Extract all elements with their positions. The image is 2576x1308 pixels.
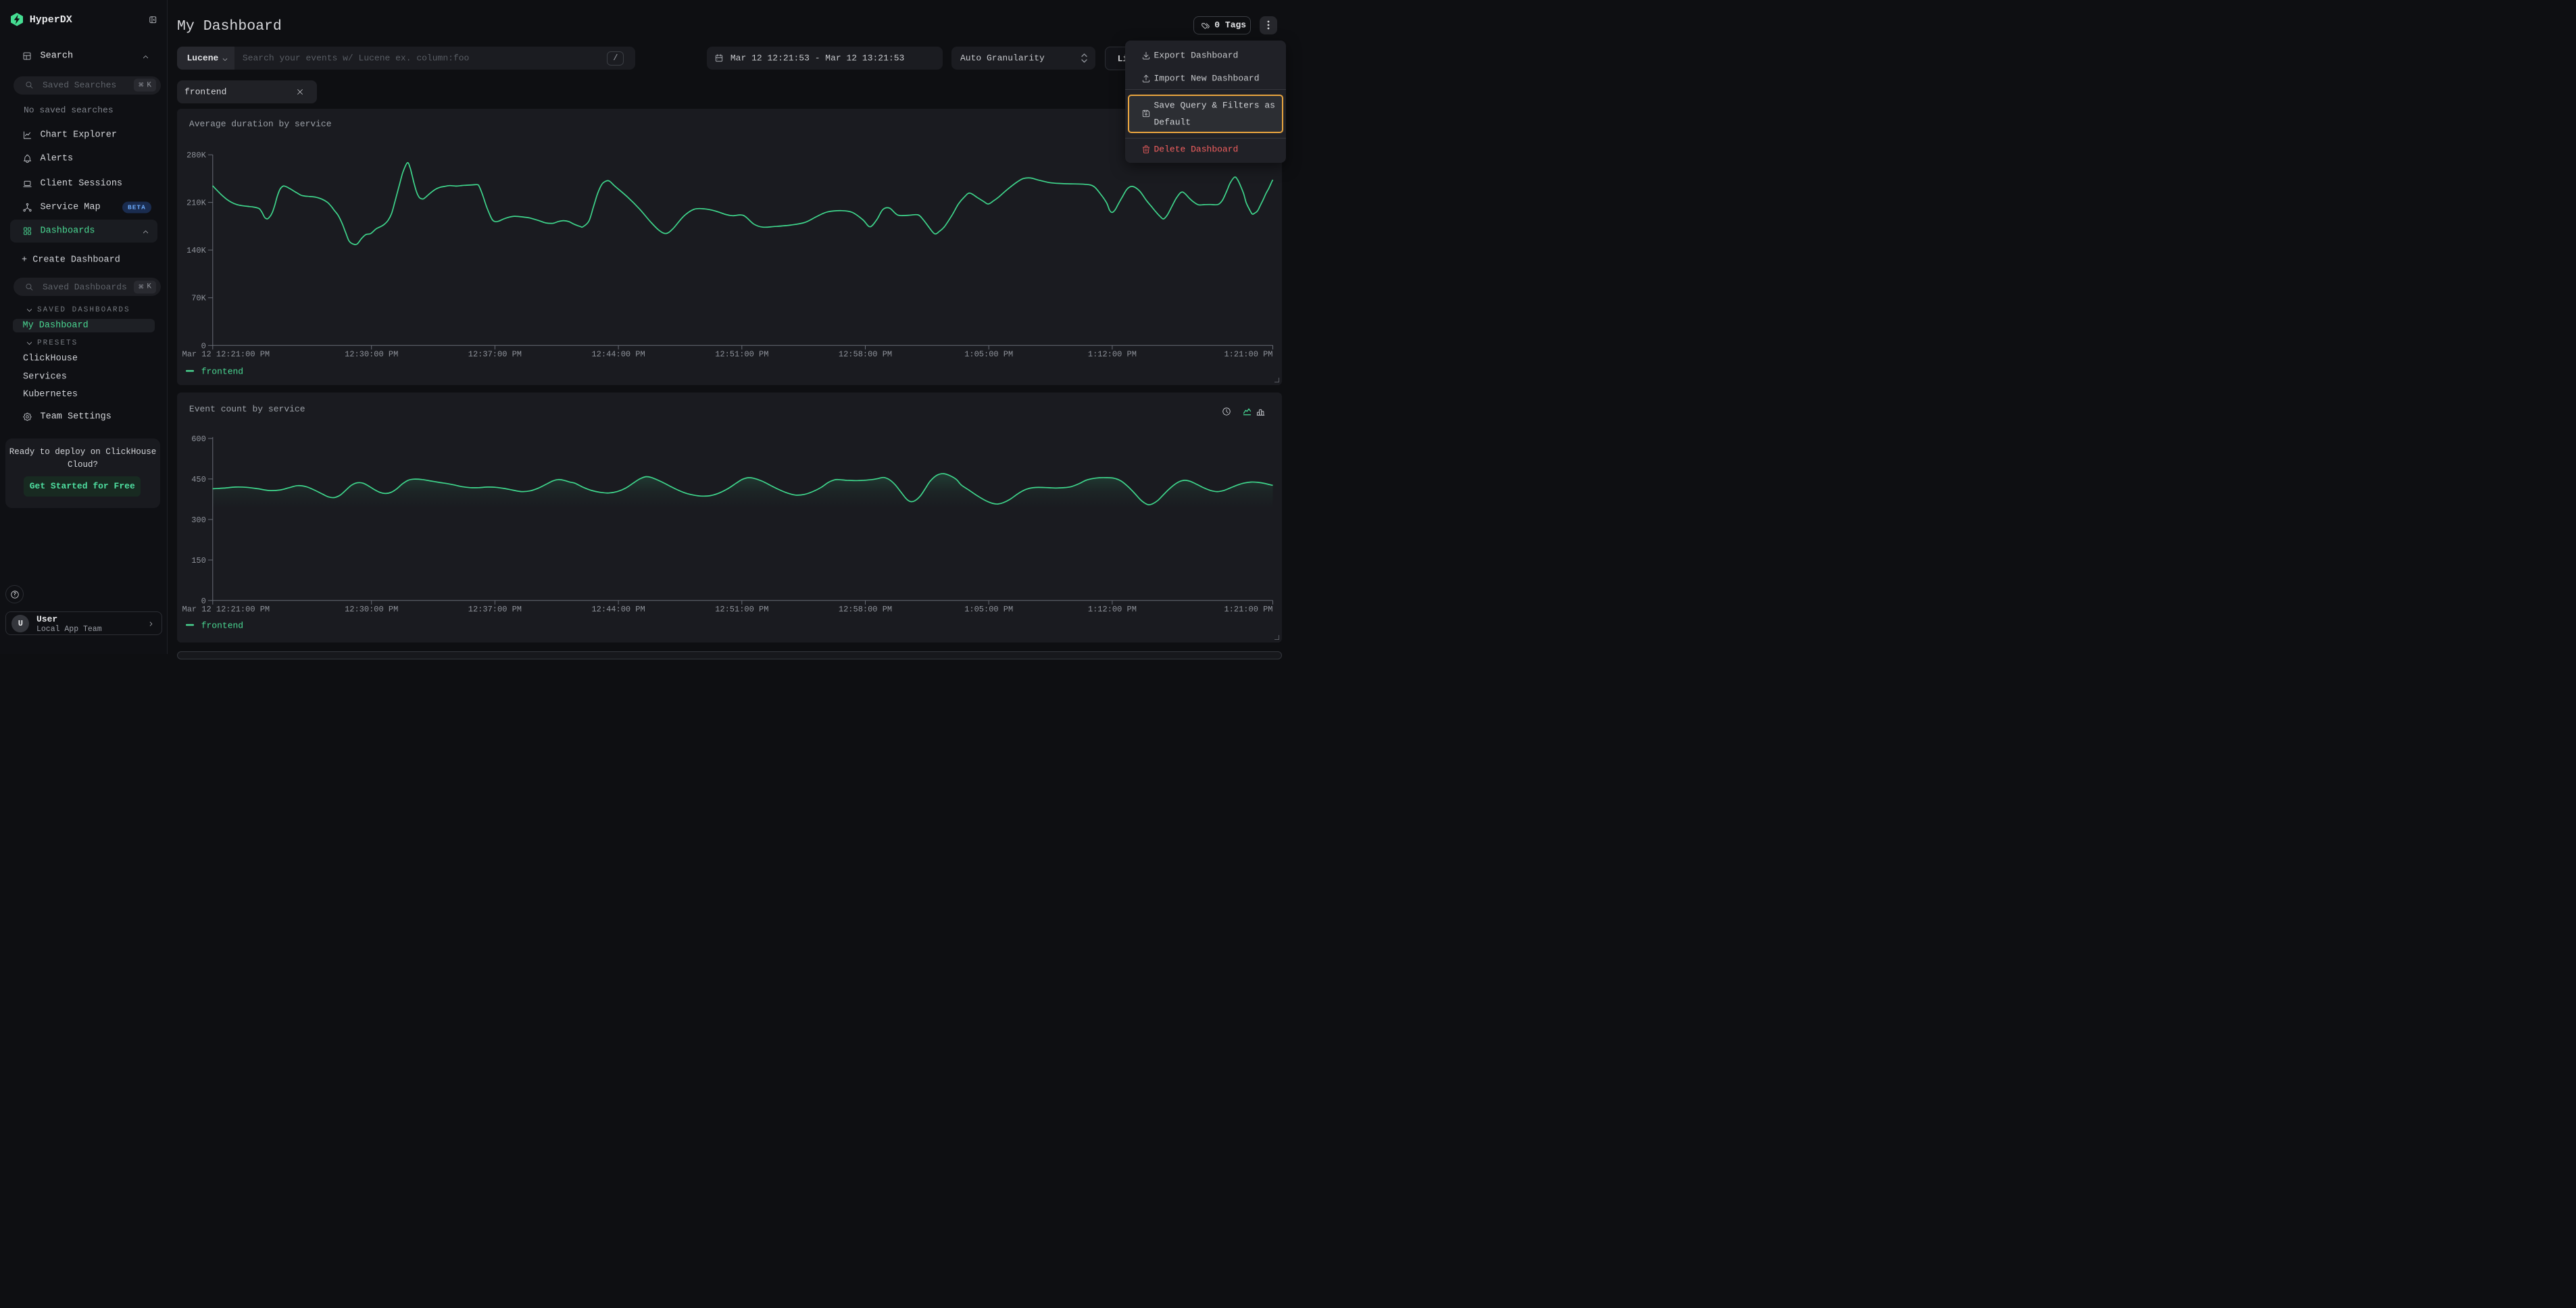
svg-text:12:37:00 PM: 12:37:00 PM: [468, 350, 521, 359]
svg-text:12:51:00 PM: 12:51:00 PM: [715, 350, 768, 359]
svg-text:1:05:00 PM: 1:05:00 PM: [964, 605, 1013, 614]
svg-text:280K: 280K: [186, 151, 206, 160]
svg-text:12:44:00 PM: 12:44:00 PM: [591, 350, 645, 359]
svg-text:1:05:00 PM: 1:05:00 PM: [964, 350, 1013, 359]
svg-text:12:37:00 PM: 12:37:00 PM: [468, 605, 521, 614]
svg-text:1:21:00 PM: 1:21:00 PM: [1224, 350, 1272, 359]
svg-text:1:12:00 PM: 1:12:00 PM: [1087, 350, 1136, 359]
svg-text:12:58:00 PM: 12:58:00 PM: [838, 350, 891, 359]
svg-text:140K: 140K: [186, 246, 206, 255]
svg-text:210K: 210K: [186, 198, 206, 207]
svg-text:150: 150: [191, 556, 206, 565]
svg-text:12:44:00 PM: 12:44:00 PM: [591, 605, 645, 614]
svg-text:12:58:00 PM: 12:58:00 PM: [838, 605, 891, 614]
svg-text:12:30:00 PM: 12:30:00 PM: [345, 605, 398, 614]
svg-text:70K: 70K: [191, 294, 206, 303]
svg-text:frontend: frontend: [201, 366, 243, 376]
svg-text:Mar 12 12:21:00 PM: Mar 12 12:21:00 PM: [182, 605, 270, 614]
svg-text:12:30:00 PM: 12:30:00 PM: [345, 350, 398, 359]
svg-text:600: 600: [191, 434, 206, 444]
svg-text:1:21:00 PM: 1:21:00 PM: [1224, 605, 1272, 614]
svg-text:300: 300: [191, 515, 206, 525]
svg-text:1:12:00 PM: 1:12:00 PM: [1087, 605, 1136, 614]
svg-text:450: 450: [191, 475, 206, 484]
svg-text:frontend: frontend: [201, 621, 243, 631]
svg-text:Mar 12 12:21:00 PM: Mar 12 12:21:00 PM: [182, 350, 270, 359]
svg-text:12:51:00 PM: 12:51:00 PM: [715, 605, 768, 614]
